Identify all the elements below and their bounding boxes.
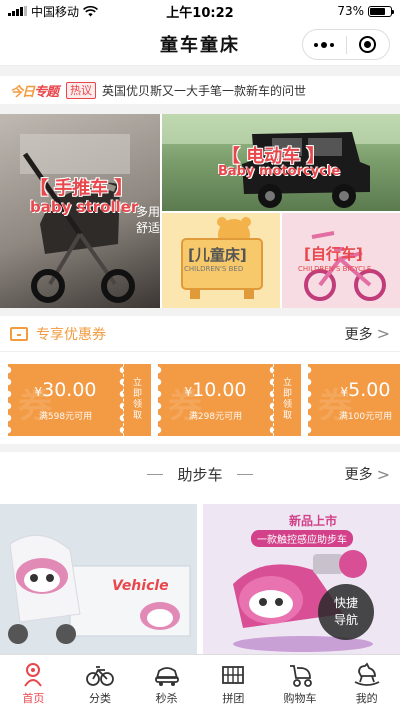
page-title: 童车童床 <box>160 34 240 56</box>
bicycle-subtitle: CHILDREN'S BICYCLE <box>298 265 372 273</box>
today-topic-logo: 今日专题 <box>10 84 59 100</box>
home-baby-icon <box>18 661 48 689</box>
coupon-condition: 满298元可用 <box>188 411 243 422</box>
coupon-condition: 满100元可用 <box>338 411 393 422</box>
stroller-icon <box>285 661 315 689</box>
product-card[interactable]: 新品上市 一款触控感应助步车 <box>203 504 400 654</box>
more-menu-button[interactable] <box>303 30 346 59</box>
coupon-section-header: 专享优惠券 更多 > <box>0 316 400 352</box>
tab-flash-sale[interactable]: 秒杀 <box>133 655 200 711</box>
ticker-headline: 英国优贝斯又一大手笔一款新车的问世 <box>102 83 307 98</box>
walker-car-header: 助步车 更多 > <box>0 452 400 496</box>
category-banners: 【 手推车 】 baby stroller 多用 舒适 【 电动车 】 Baby… <box>0 114 400 308</box>
more-dots-icon <box>314 41 335 48</box>
coupon-more-link[interactable]: 更多 > <box>345 324 390 344</box>
tab-mine[interactable]: 我的 <box>333 655 400 711</box>
walker-car-more-link[interactable]: 更多 > <box>345 464 390 484</box>
stroller-title: 【 手推车 】 <box>30 178 133 199</box>
bed-banner[interactable]: [儿童床] CHILDREN'S BED <box>162 213 280 308</box>
tab-cart[interactable]: 购物车 <box>267 655 334 711</box>
target-icon <box>359 36 377 53</box>
news-ticker[interactable]: 今日专题 热议 英国优贝斯又一大手笔一款新车的问世 <box>0 76 400 104</box>
bottom-tab-bar: 首页 分类 秒杀 拼团 购物车 我的 <box>0 654 400 711</box>
miniprogram-capsule <box>302 29 390 60</box>
product-brand-label: Vehicle <box>112 578 169 594</box>
battery-icon <box>368 5 394 17</box>
claim-coupon-button[interactable]: 立即领取 <box>273 364 301 436</box>
tab-home[interactable]: 首页 <box>0 655 67 711</box>
stroller-banner[interactable]: 【 手推车 】 baby stroller 多用 舒适 <box>0 114 160 308</box>
bed-title: [儿童床] <box>188 246 247 264</box>
status-bar: 中国移动 上午10:22 73% <box>0 0 400 22</box>
hot-tag: 热议 <box>66 81 97 99</box>
tab-group-buy[interactable]: 拼团 <box>200 655 267 711</box>
coupon-section-title: 专享优惠券 <box>36 326 106 343</box>
new-arrival-tag: 新品上市 <box>289 514 338 528</box>
wifi-icon <box>83 5 98 16</box>
bed-subtitle: CHILDREN'S BED <box>184 265 244 273</box>
close-miniprogram-button[interactable] <box>347 30 390 59</box>
stroller-subtitle: baby stroller <box>30 198 139 216</box>
nav-bar: 童车童床 <box>0 22 400 66</box>
coupon-icon <box>10 326 28 341</box>
stroller-side-text-2: 舒适 <box>136 221 160 235</box>
coupon-card[interactable]: 券 ¥5.00 满100元可用 <box>308 364 400 436</box>
rocking-horse-icon <box>352 661 382 689</box>
coupon-section: 专享优惠券 更多 > 券 ¥30.00 满598元可用 立即领取 券 ¥10.0… <box>0 316 400 444</box>
app-page: 中国移动 上午10:22 73% 童车童床 今日专题 热议 英国优贝斯又一大手笔… <box>0 0 400 711</box>
claim-coupon-button[interactable]: 立即领取 <box>123 364 151 436</box>
motorcycle-banner[interactable]: 【 电动车 】 Baby motorcycle <box>162 114 400 211</box>
bicycle-banner[interactable]: [自行车] CHILDREN'S BICYCLE <box>282 213 400 308</box>
coupon-list: 券 ¥30.00 满598元可用 立即领取 券 ¥10.00 满298元可用 立… <box>0 364 400 436</box>
car-icon <box>152 661 182 689</box>
walker-car-title: 助步车 <box>177 465 223 484</box>
motorcycle-subtitle: Baby motorcycle <box>218 164 341 179</box>
bicycle-title: [自行车] <box>304 245 363 263</box>
signal-icon <box>8 6 27 16</box>
stroller-side-text-1: 多用 <box>136 205 160 219</box>
coupon-card[interactable]: 券 ¥30.00 满598元可用 立即领取 <box>8 364 151 436</box>
carrier-label: 中国移动 <box>31 4 80 19</box>
quick-nav-button[interactable]: 快捷 导航 <box>318 584 374 640</box>
coupon-card[interactable]: 券 ¥10.00 满298元可用 立即领取 <box>158 364 301 436</box>
battery-percent: 73% <box>337 4 364 18</box>
bicycle-icon <box>85 661 115 689</box>
product-subtitle: 一款触控感应助步车 <box>251 530 353 547</box>
tab-category[interactable]: 分类 <box>67 655 134 711</box>
chevron-right-icon: > <box>376 464 390 484</box>
crib-icon <box>218 661 248 689</box>
product-card[interactable]: Vehicle <box>0 504 197 654</box>
chevron-right-icon: > <box>376 324 390 343</box>
coupon-condition: 满598元可用 <box>38 411 93 422</box>
